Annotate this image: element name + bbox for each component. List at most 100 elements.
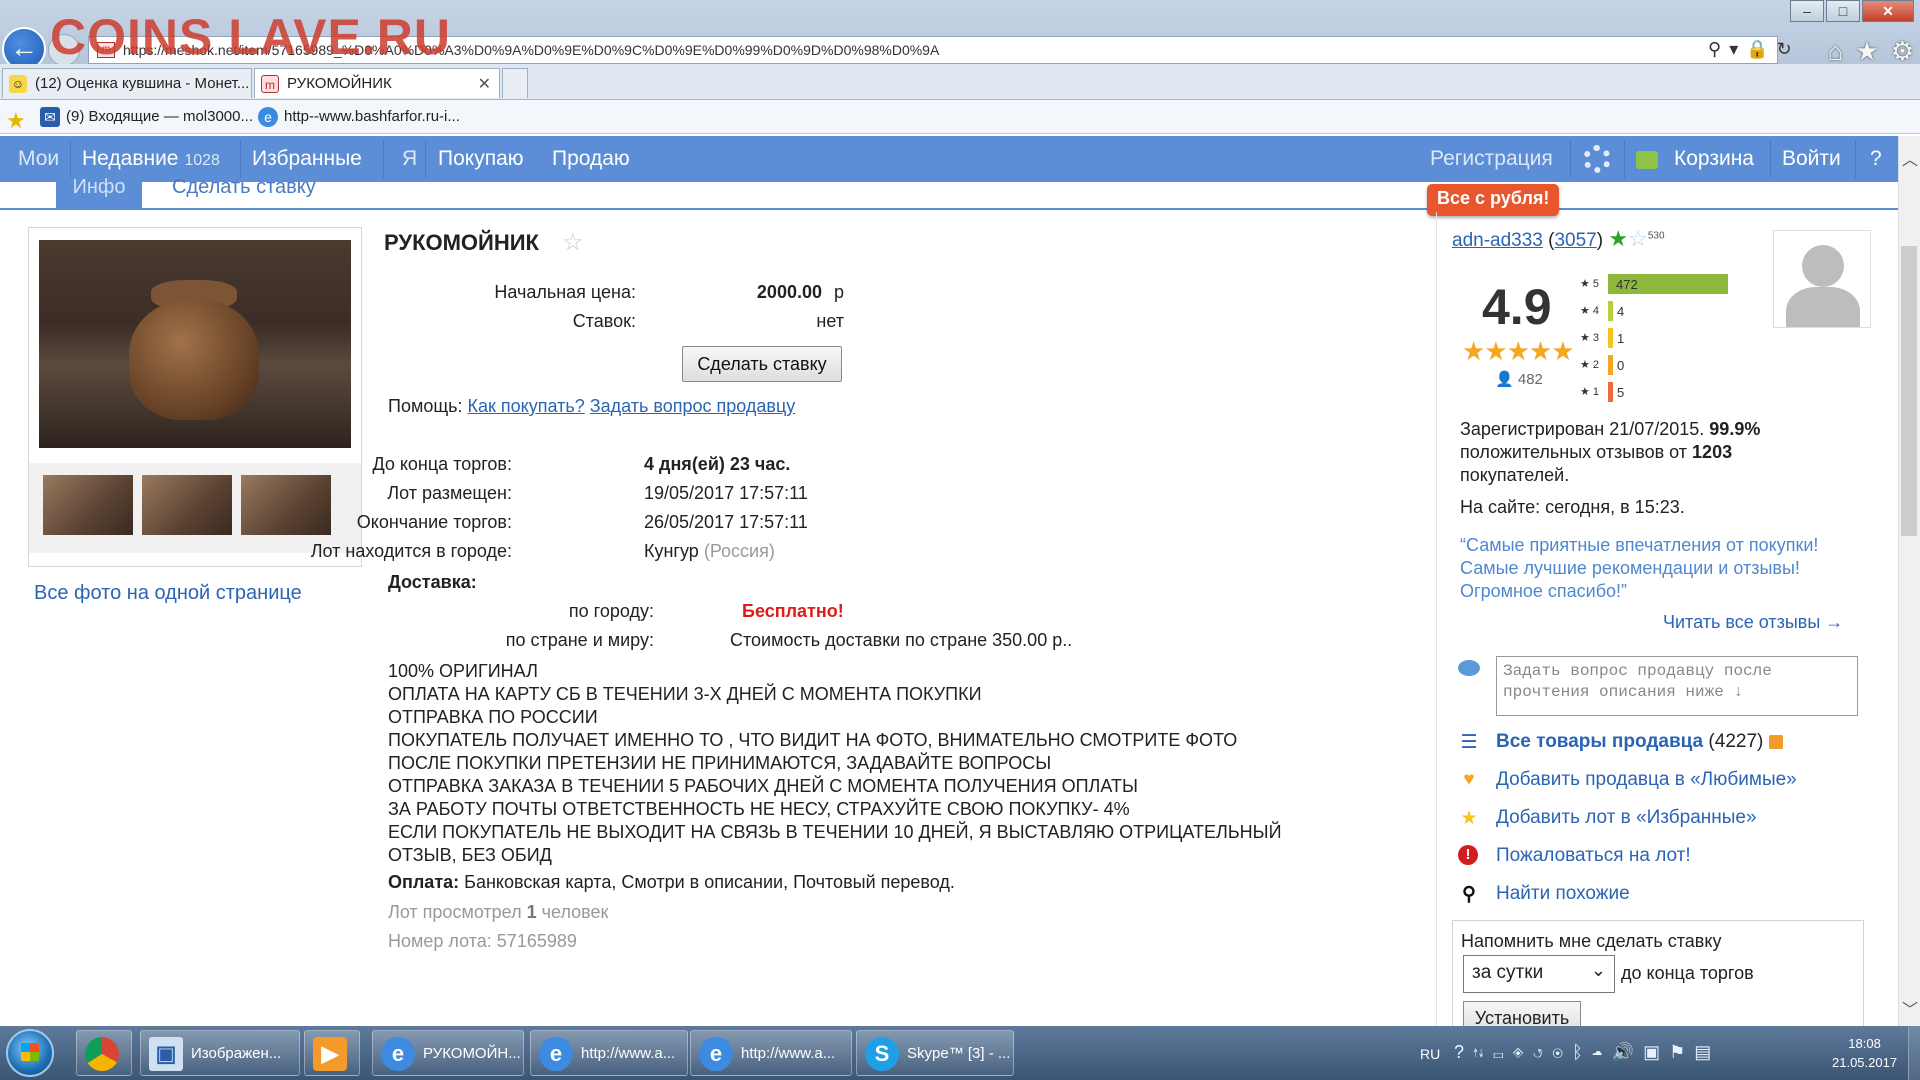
rss-icon[interactable] xyxy=(1768,734,1783,749)
thumbnail-3[interactable] xyxy=(241,475,331,535)
tab-coin-forum[interactable]: ☺ (12) Оценка кувшина - Монет... xyxy=(2,68,252,98)
media-taskbar-button[interactable]: ▶ xyxy=(304,1030,360,1076)
system-clock[interactable]: 18:08 21.05.2017 xyxy=(1832,1034,1897,1072)
scroll-down-icon[interactable]: ﹀ xyxy=(1901,996,1919,1020)
monitor-icon[interactable]: ▣ xyxy=(1643,1042,1669,1062)
antivirus-icon[interactable]: ◉ xyxy=(1552,1042,1572,1062)
ask-seller-input[interactable]: Задать вопрос продавцу после прочтения о… xyxy=(1496,656,1858,716)
nav-register[interactable]: Регистрация xyxy=(1430,147,1553,171)
make-bid-button[interactable]: Сделать ставку xyxy=(682,346,842,382)
thumbnail-2[interactable] xyxy=(142,475,232,535)
start-button[interactable] xyxy=(6,1029,54,1077)
seller-feedback-link[interactable]: 3057 xyxy=(1554,230,1596,251)
close-window-button[interactable]: ✕ xyxy=(1862,0,1914,22)
nav-divider xyxy=(383,140,384,178)
show-desktop-button[interactable] xyxy=(1908,1026,1920,1080)
seller-header: adn-ad333 (3057) ★☆530 xyxy=(1452,226,1665,251)
outline-star-icon: ☆ xyxy=(1628,226,1648,251)
settings-gear-icon[interactable] xyxy=(1583,145,1611,173)
chrome-taskbar-button[interactable] xyxy=(76,1030,132,1076)
tab-rukomoynik[interactable]: m РУКОМОЙНИК ✕ xyxy=(254,68,500,98)
thumbnail-strip xyxy=(29,463,361,553)
tab-make-bid[interactable]: Сделать ставку xyxy=(172,178,316,200)
find-similar-label: Найти похожие xyxy=(1496,883,1630,904)
delivery-world-value: Стоимость доставки по стране 350.00 р.. xyxy=(730,630,1073,650)
taskbar-item-skype[interactable]: S Skype™ [3] - ... xyxy=(856,1030,1014,1076)
refresh-icon[interactable]: ↻ xyxy=(1777,39,1800,59)
currency: р xyxy=(833,282,844,302)
new-tab-button[interactable] xyxy=(502,68,528,98)
nav-recent[interactable]: Недавние 1028 xyxy=(82,147,220,171)
skype-icon: S xyxy=(865,1037,899,1071)
avatar-head xyxy=(1802,245,1844,287)
seller-avatar[interactable] xyxy=(1773,230,1871,328)
nav-selling[interactable]: Продаю xyxy=(552,147,630,171)
language-indicator[interactable]: RU xyxy=(1420,1046,1440,1062)
histogram-count: 0 xyxy=(1617,358,1625,373)
histogram-bar xyxy=(1608,301,1613,321)
ask-seller-link[interactable]: Задать вопрос продавцу xyxy=(590,396,796,416)
main-photo[interactable] xyxy=(39,240,351,448)
page-scrollbar[interactable]: ︿ ﹀ xyxy=(1898,136,1920,1026)
scroll-up-icon[interactable]: ︿ xyxy=(1901,146,1919,170)
scroll-thumb[interactable] xyxy=(1901,246,1917,536)
seller-name-link[interactable]: adn-ad333 xyxy=(1452,230,1543,251)
nav-me[interactable]: Я xyxy=(402,147,417,171)
minimize-button[interactable]: – xyxy=(1790,0,1824,22)
favorite-bashfarfor[interactable]: e http--www.bashfarfor.ru-i... xyxy=(258,107,460,127)
payment-value: Банковская карта, Смотри в описании, Поч… xyxy=(464,872,955,892)
nav-favorites[interactable]: Избранные xyxy=(252,147,362,171)
tab-close-icon[interactable]: ✕ xyxy=(478,74,491,94)
nav-divider xyxy=(425,140,426,178)
battery-icon[interactable]: ▭ xyxy=(1493,1042,1513,1062)
shield-icon[interactable]: ◈ xyxy=(1513,1042,1533,1062)
nav-login[interactable]: Войти xyxy=(1782,147,1841,171)
description-line: 100% ОРИГИНАЛ xyxy=(388,661,538,681)
start-price-value: 2000.00 xyxy=(756,282,822,302)
taskbar-item-rukomoynik[interactable]: e РУКОМОЙН... xyxy=(372,1030,524,1076)
windows-taskbar: ▣ Изображен... ▶ e РУКОМОЙН... e http://… xyxy=(0,1026,1920,1080)
bids-row: Ставок: нет xyxy=(384,311,844,335)
taskbar-item-ie-2[interactable]: e http://www.a... xyxy=(690,1030,852,1076)
display-icon[interactable]: ▤ xyxy=(1694,1042,1720,1062)
views-suffix: человек xyxy=(541,902,609,922)
nav-help[interactable]: ? xyxy=(1870,147,1882,171)
favorites-star-icon[interactable]: ★ xyxy=(6,108,26,134)
favorite-inbox[interactable]: ✉ (9) Входящие — mol3000... xyxy=(40,107,253,127)
network-icon[interactable]: ⇅ xyxy=(1473,1042,1493,1062)
lot-description: 100% ОРИГИНАЛ ОПЛАТА НА КАРТУ СБ В ТЕЧЕН… xyxy=(388,660,1282,867)
cart-icon[interactable] xyxy=(1636,151,1658,169)
taskbar-item-images[interactable]: ▣ Изображен... xyxy=(140,1030,300,1076)
search-icon[interactable]: ⚲ xyxy=(1708,39,1729,59)
flag-icon[interactable]: ⚑ xyxy=(1669,1042,1694,1062)
maximize-button[interactable]: □ xyxy=(1826,0,1860,22)
placed-label: Лот размещен: xyxy=(387,483,512,503)
heart-icon: ♥ xyxy=(1463,769,1475,790)
nav-divider xyxy=(1770,140,1771,178)
nav-my[interactable]: Мои xyxy=(18,147,59,171)
window-controls: – □ ✕ xyxy=(1788,0,1914,22)
bluetooth-icon[interactable]: ᛒ xyxy=(1572,1042,1592,1062)
thumbnail-1[interactable] xyxy=(43,475,133,535)
how-to-buy-link[interactable]: Как покупать? xyxy=(468,396,585,416)
add-to-favorites-star-icon[interactable]: ☆ xyxy=(562,228,584,257)
nav-divider xyxy=(1855,140,1856,178)
nav-buying[interactable]: Покупаю xyxy=(438,147,524,171)
update-icon[interactable]: ↺ xyxy=(1532,1042,1552,1062)
nav-cart[interactable]: Корзина xyxy=(1674,147,1754,171)
payment-label: Оплата: xyxy=(388,872,460,892)
seller-registration: Зарегистрирован 21/07/2015. 99.9% положи… xyxy=(1460,418,1760,487)
all-photos-link[interactable]: Все фото на одной странице xyxy=(34,582,302,605)
volume-icon[interactable]: 🔊 xyxy=(1612,1042,1643,1062)
dropdown-icon[interactable]: ▾ xyxy=(1729,39,1746,59)
votes-value: 482 xyxy=(1517,371,1543,388)
description-line: ОТЗЫВ, БЕЗ ОБИД xyxy=(388,845,552,865)
taskbar-item-ie-1[interactable]: e http://www.a... xyxy=(530,1030,688,1076)
read-all-reviews-link[interactable]: Читать все отзывы → xyxy=(1663,612,1843,633)
tab-info[interactable]: Инфо xyxy=(56,178,142,208)
cloud-icon[interactable]: ☁ xyxy=(1592,1042,1612,1062)
image-viewer-icon: ▣ xyxy=(149,1037,183,1071)
help-icon[interactable]: ? xyxy=(1454,1042,1473,1062)
address-tools: ⚲▾🔒↻ xyxy=(1708,39,1910,60)
reminder-select[interactable]: за сутки ⌄ xyxy=(1463,955,1615,993)
